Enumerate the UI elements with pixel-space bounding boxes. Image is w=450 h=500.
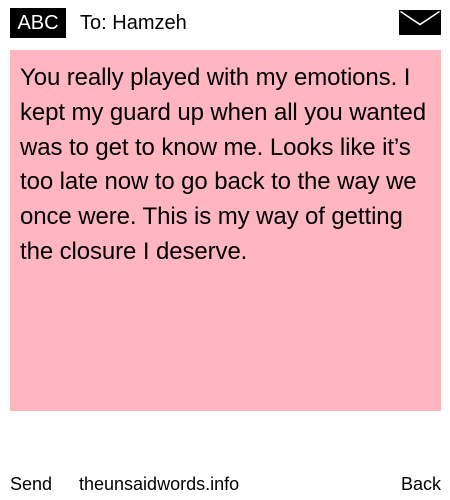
back-button[interactable]: Back [401,472,441,496]
envelope-icon[interactable] [399,10,441,35]
envelope-icon-graphic [399,10,441,35]
input-mode-badge[interactable]: ABC [10,8,66,38]
recipient-line: To: Hamzeh [80,10,187,36]
recipient-name: Hamzeh [112,12,187,34]
message-card: You really played with my emotions. I ke… [10,50,441,411]
to-label: To: [80,12,107,34]
send-button[interactable]: Send [10,472,52,496]
softkey-bar: Send theunsaidwords.info Back [0,472,450,498]
compose-header: ABC To: Hamzeh [0,0,450,46]
site-link[interactable]: theunsaidwords.info [79,472,239,496]
message-body: You really played with my emotions. I ke… [20,64,426,265]
